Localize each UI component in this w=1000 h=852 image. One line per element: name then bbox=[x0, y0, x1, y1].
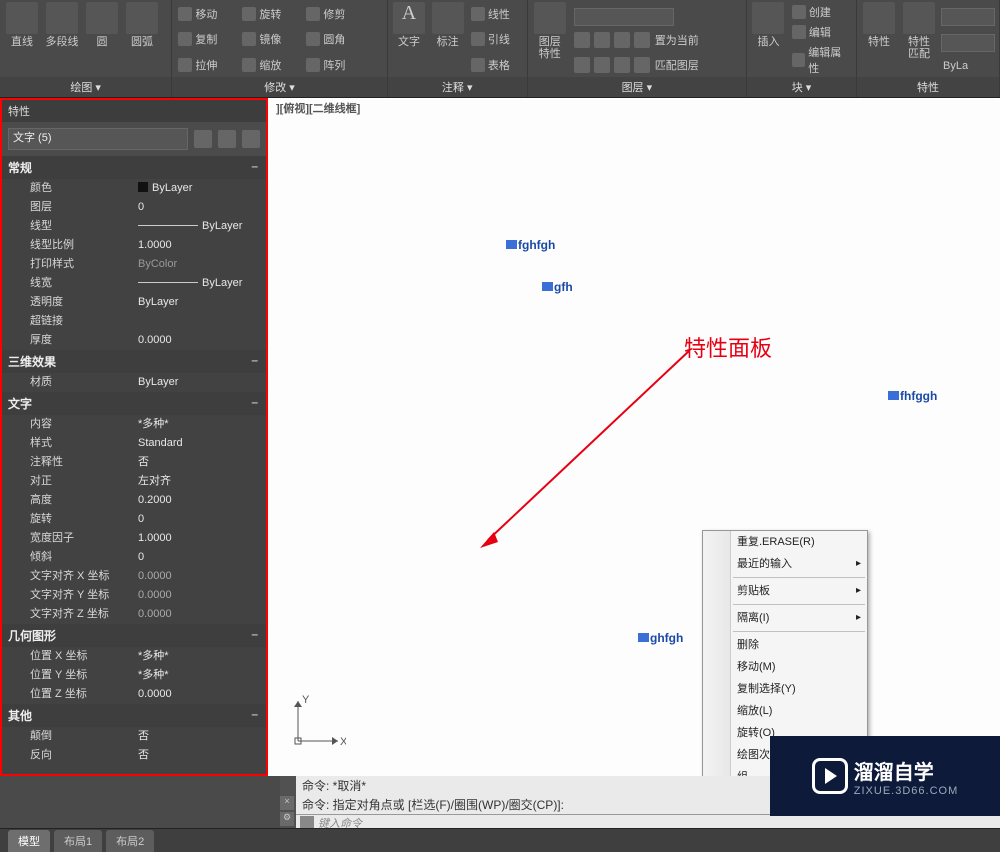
tool-editattr[interactable]: 编辑属性 bbox=[790, 43, 852, 77]
prop-lineweight[interactable]: ByLayer bbox=[134, 274, 266, 293]
panel-title-draw[interactable]: 绘图 ▾ bbox=[0, 77, 171, 97]
tool-linear[interactable]: 线性 bbox=[469, 5, 523, 23]
tab-layout1[interactable]: 布局1 bbox=[54, 830, 102, 852]
tool-table[interactable]: 表格 bbox=[469, 56, 523, 74]
ctx-isolate[interactable]: 隔离(I) bbox=[703, 607, 867, 629]
panel-header: 特性 bbox=[2, 100, 266, 122]
text-object-4[interactable]: fhfggh bbox=[888, 389, 937, 403]
tool-stretch[interactable]: 拉伸 bbox=[176, 56, 236, 74]
text-object-2[interactable]: gfh bbox=[542, 280, 573, 294]
svg-text:X: X bbox=[340, 736, 346, 748]
panel-title-block[interactable]: 块 ▾ bbox=[747, 77, 856, 97]
prop-oblique[interactable]: 0 bbox=[134, 548, 266, 567]
panel-title-layer[interactable]: 图层 ▾ bbox=[528, 77, 746, 97]
cmd-close-icon[interactable]: × bbox=[280, 796, 294, 810]
status-bar: 模型 布局1 布局2 bbox=[0, 828, 1000, 852]
prop-ltscale[interactable]: 1.0000 bbox=[134, 236, 266, 255]
tool-text[interactable]: A文字 bbox=[392, 2, 427, 77]
tool-mirror[interactable]: 镜像 bbox=[240, 30, 300, 48]
prop-hyperlink[interactable] bbox=[134, 312, 266, 331]
prop-posx[interactable]: *多种* bbox=[134, 647, 266, 666]
tool-polyline[interactable]: 多段线 bbox=[44, 2, 80, 77]
prop-content[interactable]: *多种* bbox=[134, 415, 266, 434]
ctx-repeat[interactable]: 重复.ERASE(R) bbox=[703, 531, 867, 553]
text-object-3[interactable]: ghfgh bbox=[638, 631, 683, 645]
tool-line[interactable]: 直线 bbox=[4, 2, 40, 77]
prop-plotstyle: ByColor bbox=[134, 255, 266, 274]
panel-title-props[interactable]: 特性 bbox=[857, 77, 999, 97]
prop-alignz[interactable]: 0.0000 bbox=[134, 605, 266, 624]
tool-move[interactable]: 移动 bbox=[176, 5, 236, 23]
prop-thickness[interactable]: 0.0000 bbox=[134, 331, 266, 350]
prop-annotative[interactable]: 否 bbox=[134, 453, 266, 472]
prop-upsidedown[interactable]: 否 bbox=[134, 727, 266, 746]
tab-model[interactable]: 模型 bbox=[8, 830, 50, 852]
ucs-icon: XY bbox=[286, 693, 346, 756]
tool-array[interactable]: 阵列 bbox=[304, 56, 364, 74]
cat-general[interactable]: 常规 bbox=[2, 156, 266, 179]
quickselect-icon[interactable] bbox=[242, 130, 260, 148]
panel-title-modify[interactable]: 修改 ▾ bbox=[172, 77, 386, 97]
cat-text[interactable]: 文字 bbox=[2, 392, 266, 415]
prop-widthfactor[interactable]: 1.0000 bbox=[134, 529, 266, 548]
ctx-recent[interactable]: 最近的输入 bbox=[703, 553, 867, 575]
ctx-copysel[interactable]: 复制选择(Y) bbox=[703, 678, 867, 700]
prop-transparency[interactable]: ByLayer bbox=[134, 293, 266, 312]
prop-backwards[interactable]: 否 bbox=[134, 746, 266, 765]
tool-leader[interactable]: 引线 bbox=[469, 30, 523, 48]
prop-material[interactable]: ByLayer bbox=[134, 373, 266, 392]
tool-scale[interactable]: 缩放 bbox=[240, 56, 300, 74]
tool-edit[interactable]: 编辑 bbox=[790, 23, 852, 41]
tool-copy[interactable]: 复制 bbox=[176, 30, 236, 48]
tool-rotate[interactable]: 旋转 bbox=[240, 5, 300, 23]
select-icon[interactable] bbox=[218, 130, 236, 148]
svg-text:Y: Y bbox=[302, 694, 310, 706]
prop-justify[interactable]: 左对齐 bbox=[134, 472, 266, 491]
ctx-clipboard[interactable]: 剪贴板 bbox=[703, 580, 867, 602]
tool-dimension[interactable]: 标注 bbox=[430, 2, 465, 77]
annotation-arrow bbox=[480, 340, 740, 553]
prop-linetype[interactable]: ByLayer bbox=[134, 217, 266, 236]
prop-layer[interactable]: 0 bbox=[134, 198, 266, 217]
drawing-canvas[interactable]: ][俯视][二维线框] fghfgh gfh ghfgh fhfggh 特性面板… bbox=[268, 98, 1000, 776]
prop-alignx[interactable]: 0.0000 bbox=[134, 567, 266, 586]
ribbon: 直线 多段线 圆 圆弧 绘图 ▾ 移动 复制 拉伸 旋转 镜像 缩放 修剪 圆角… bbox=[0, 0, 1000, 98]
ctx-erase[interactable]: 删除 bbox=[703, 634, 867, 656]
ctx-scale[interactable]: 缩放(L) bbox=[703, 700, 867, 722]
ctx-move[interactable]: 移动(M) bbox=[703, 656, 867, 678]
tool-arc[interactable]: 圆弧 bbox=[124, 2, 160, 77]
prop-style[interactable]: Standard bbox=[134, 434, 266, 453]
cat-geometry[interactable]: 几何图形 bbox=[2, 624, 266, 647]
tool-layerprops[interactable]: 图层 特性 bbox=[532, 2, 568, 77]
panel-title-annotate[interactable]: 注释 ▾ bbox=[388, 77, 527, 97]
play-icon bbox=[812, 758, 848, 794]
prop-color[interactable]: ByLayer bbox=[134, 179, 266, 198]
layer-combo[interactable] bbox=[574, 8, 674, 26]
prop-aligny[interactable]: 0.0000 bbox=[134, 586, 266, 605]
tab-layout2[interactable]: 布局2 bbox=[106, 830, 154, 852]
prop-height[interactable]: 0.2000 bbox=[134, 491, 266, 510]
watermark: 溜溜自学ZIXUE.3D66.COM bbox=[770, 736, 1000, 816]
pickadd-icon[interactable] bbox=[194, 130, 212, 148]
tool-matchprops[interactable]: 特性 匹配 bbox=[901, 2, 937, 77]
tool-insert[interactable]: 插入 bbox=[751, 2, 786, 77]
tool-fillet[interactable]: 圆角 bbox=[304, 30, 364, 48]
cat-3d[interactable]: 三维效果 bbox=[2, 350, 266, 373]
viewport-label[interactable]: ][俯视][二维线框] bbox=[276, 100, 360, 116]
selection-dropdown[interactable]: 文字 (5) bbox=[8, 128, 188, 150]
prop-rotation[interactable]: 0 bbox=[134, 510, 266, 529]
tool-circle[interactable]: 圆 bbox=[84, 2, 120, 77]
text-object-1[interactable]: fghfgh bbox=[506, 238, 555, 252]
prop-posz[interactable]: 0.0000 bbox=[134, 685, 266, 704]
cat-other[interactable]: 其他 bbox=[2, 704, 266, 727]
tool-props[interactable]: 特性 bbox=[861, 2, 897, 77]
prop-posy[interactable]: *多种* bbox=[134, 666, 266, 685]
tool-create[interactable]: 创建 bbox=[790, 3, 852, 21]
properties-panel: 特性 文字 (5) 常规 颜色ByLayer 图层0 线型ByLayer 线型比… bbox=[0, 98, 268, 776]
tool-trim[interactable]: 修剪 bbox=[304, 5, 364, 23]
cmd-config-icon[interactable]: ⚙ bbox=[280, 812, 294, 826]
